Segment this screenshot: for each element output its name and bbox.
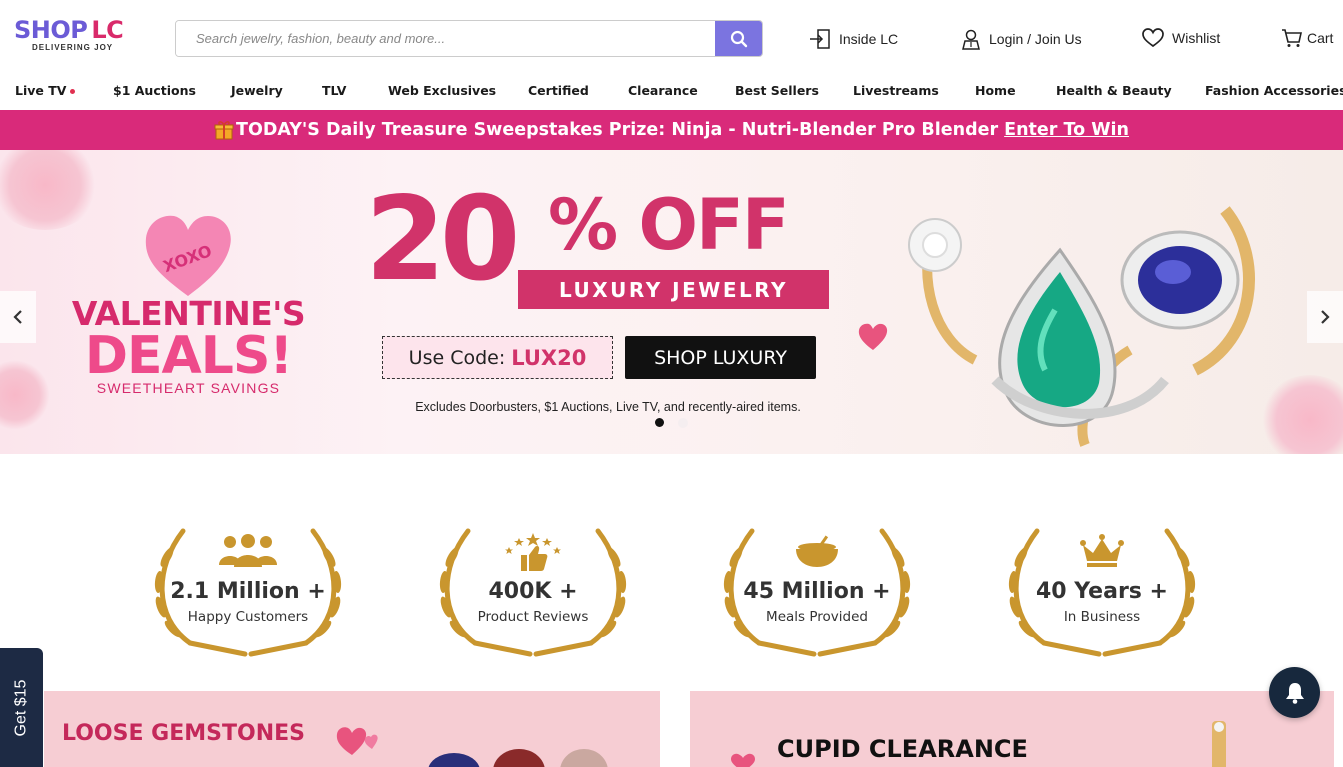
- inside-lc-label: Inside LC: [839, 31, 899, 47]
- hearts-icon: [336, 727, 378, 755]
- nav-item-web-exclusives[interactable]: Web Exclusives: [388, 83, 496, 98]
- flower-decoration: [1260, 375, 1343, 454]
- jewelry-pendant-image: [1212, 721, 1226, 767]
- flower-decoration: [0, 360, 50, 430]
- search-icon: [730, 30, 747, 47]
- carousel-prev-button[interactable]: [0, 291, 36, 343]
- flower-decoration: [0, 150, 100, 230]
- nav-item-fashion-accessories[interactable]: Fashion Accessories: [1205, 83, 1343, 98]
- small-heart-icon: [858, 323, 888, 350]
- get-15-label: Get $15: [12, 679, 30, 736]
- stat-value: 45 Million +: [743, 579, 891, 604]
- stat-label: In Business: [1063, 609, 1141, 625]
- get-15-tab[interactable]: Get $15: [0, 648, 43, 767]
- logo-shop-text: SHOP: [14, 16, 88, 44]
- cart-label: Cart: [1307, 30, 1334, 46]
- heart-icon: [731, 753, 755, 767]
- wishlist-link[interactable]: Wishlist: [1142, 28, 1220, 48]
- stat-product-reviews: 400K + Product Reviews: [430, 527, 636, 657]
- main-nav: Live TV $1 Auctions Jewelry TLV Web Excl…: [0, 78, 1343, 110]
- nav-item-home[interactable]: Home: [975, 83, 1016, 98]
- gemstones-image: [428, 749, 608, 767]
- inside-lc-link[interactable]: Inside LC: [809, 28, 898, 50]
- crown-icon: [1080, 534, 1124, 567]
- sweepstakes-promo-bar: TODAY'S Daily Treasure Sweepstakes Prize…: [0, 110, 1343, 150]
- hero-carousel: XOXO VALENTINE'S DEALS! SWEETHEART SAVIN…: [0, 150, 1343, 454]
- nav-item-live-tv[interactable]: Live TV: [15, 83, 76, 98]
- loose-gemstones-title: LOOSE GEMSTONES: [62, 721, 305, 746]
- search-button[interactable]: [715, 21, 762, 56]
- cupid-clearance-tile[interactable]: CUPID CLEARANCE: [690, 691, 1334, 767]
- shop-luxury-button[interactable]: SHOP LUXURY: [625, 336, 816, 379]
- carousel-dots: [655, 418, 688, 428]
- heart-icon: [1142, 28, 1164, 48]
- sweetheart-savings-subtitle: SWEETHEART SAVINGS: [96, 380, 281, 396]
- nav-label: Live TV: [15, 83, 67, 98]
- login-label: Login / Join Us: [989, 31, 1082, 47]
- discount-percent: 20: [365, 172, 520, 307]
- bell-icon: [1285, 682, 1304, 704]
- chevron-left-icon: [13, 310, 22, 324]
- loose-gemstones-tile[interactable]: LOOSE GEMSTONES: [44, 691, 660, 767]
- nav-item-jewelry[interactable]: Jewelry: [231, 83, 283, 98]
- stat-meals-provided: 45 Million + Meals Provided: [714, 527, 920, 657]
- promo-code-value: LUX20: [511, 345, 587, 370]
- nav-item-clearance[interactable]: Clearance: [628, 83, 698, 98]
- xoxo-heart-icon: XOXO: [145, 215, 231, 296]
- stat-label: Happy Customers: [187, 609, 309, 625]
- user-icon: [962, 29, 980, 50]
- people-icon: [219, 534, 277, 567]
- notification-bell-button[interactable]: [1269, 667, 1320, 718]
- logo-tagline: DELIVERING JOY: [32, 43, 114, 52]
- promo-code-box: Use Code: LUX20: [382, 336, 613, 379]
- nav-item-health-beauty[interactable]: Health & Beauty: [1056, 83, 1172, 98]
- shop-lc-logo[interactable]: SHOP LC DELIVERING JOY: [14, 18, 130, 58]
- wishlist-label: Wishlist: [1172, 30, 1221, 46]
- cart-icon: [1282, 29, 1302, 47]
- gemstone-rings-image: [908, 206, 1255, 447]
- use-code-label: Use Code:: [408, 346, 506, 369]
- search-bar: [175, 20, 763, 57]
- stat-value: 400K +: [488, 579, 578, 604]
- luxury-jewelry-banner: LUXURY JEWELRY: [518, 270, 829, 309]
- nav-item-tlv[interactable]: TLV: [322, 83, 346, 98]
- cart-link[interactable]: Cart: [1281, 28, 1333, 48]
- nav-item-livestreams[interactable]: Livestreams: [853, 83, 939, 98]
- stat-years-in-business: 40 Years + In Business: [999, 527, 1205, 657]
- gift-icon: [214, 121, 234, 140]
- carousel-next-button[interactable]: [1307, 291, 1343, 343]
- stat-label: Meals Provided: [766, 609, 868, 625]
- nav-item-best-sellers[interactable]: Best Sellers: [735, 83, 819, 98]
- cupid-clearance-title: CUPID CLEARANCE: [777, 735, 1028, 763]
- stat-value: 40 Years +: [1036, 579, 1168, 604]
- discount-off-text: % OFF: [548, 184, 790, 266]
- stat-value: 2.1 Million +: [170, 579, 326, 604]
- live-indicator-dot: [70, 89, 76, 94]
- promo-text: TODAY'S Daily Treasure Sweepstakes Prize…: [236, 120, 999, 140]
- login-link[interactable]: Login / Join Us: [961, 28, 1082, 50]
- logo-lc-text: LC: [91, 16, 124, 44]
- stat-happy-customers: 2.1 Million + Happy Customers: [145, 527, 351, 657]
- stat-label: Product Reviews: [477, 609, 589, 625]
- chevron-right-icon: [1321, 310, 1330, 324]
- site-header: SHOPLC DELIVERING JOY Inside LC Login / …: [0, 0, 1343, 78]
- search-input[interactable]: [176, 21, 717, 56]
- exclusions-note: Excludes Doorbusters, $1 Auctions, Live …: [415, 400, 801, 414]
- carousel-dot-1[interactable]: [655, 418, 664, 427]
- enter-to-win-link[interactable]: Enter To Win: [1004, 120, 1129, 140]
- sign-in-door-icon: [810, 29, 830, 49]
- thumbs-up-stars-icon: [505, 533, 561, 571]
- meal-bowl-icon: [796, 535, 838, 567]
- nav-item-certified[interactable]: Certified: [528, 83, 589, 98]
- deals-title: DEALS!: [84, 326, 293, 386]
- nav-item-auctions[interactable]: $1 Auctions: [113, 83, 196, 98]
- carousel-dot-2[interactable]: [678, 418, 688, 428]
